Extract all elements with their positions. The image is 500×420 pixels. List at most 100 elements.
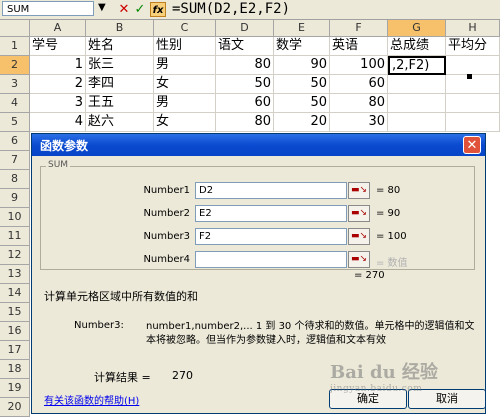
- watermark-logo: Bai du 经验 jingyan.baidu.com: [330, 358, 438, 394]
- number2-result: = 90: [376, 208, 401, 219]
- cell-math[interactable]: 50: [274, 75, 330, 94]
- cell-total[interactable]: [388, 75, 446, 94]
- cell-id[interactable]: 2: [30, 75, 86, 94]
- cancel-formula-button[interactable]: ✕: [116, 2, 132, 17]
- row-header-13[interactable]: 13: [0, 265, 30, 284]
- formula-input[interactable]: =SUM(D2,E2,F2): [172, 0, 290, 19]
- row-header-5[interactable]: 5: [0, 113, 30, 132]
- number2-label: Number2: [143, 208, 190, 219]
- help-link[interactable]: 有关该函数的帮助(H): [44, 392, 139, 407]
- header-cell-name[interactable]: 姓名: [86, 37, 154, 56]
- column-header-g[interactable]: G: [388, 20, 446, 37]
- cell-math[interactable]: 20: [274, 113, 330, 132]
- row-header-15[interactable]: 15: [0, 303, 30, 322]
- number1-label: Number1: [143, 185, 190, 196]
- row-header-11[interactable]: 11: [0, 227, 30, 246]
- header-cell-average[interactable]: 平均分: [446, 37, 500, 56]
- row-header-16[interactable]: 16: [0, 322, 30, 341]
- row-header-12[interactable]: 12: [0, 246, 30, 265]
- close-icon[interactable]: ✕: [463, 136, 481, 154]
- number3-input[interactable]: F2: [195, 228, 347, 245]
- number1-input[interactable]: D2: [195, 182, 347, 199]
- header-cell-gender[interactable]: 性别: [154, 37, 216, 56]
- column-header-e[interactable]: E: [274, 20, 330, 37]
- cell-name[interactable]: 张三: [86, 56, 154, 75]
- cell-average[interactable]: [446, 75, 500, 94]
- row-header-7[interactable]: 7: [0, 151, 30, 170]
- row-header-3[interactable]: 3: [0, 75, 30, 94]
- cell-math[interactable]: 50: [274, 94, 330, 113]
- cell-math[interactable]: 90: [274, 56, 330, 75]
- column-header-h[interactable]: H: [446, 20, 500, 37]
- cell-chinese[interactable]: 80: [216, 113, 274, 132]
- row-header-8[interactable]: 8: [0, 170, 30, 189]
- calculation-result-label: 计算结果 =: [94, 371, 151, 384]
- row-header-17[interactable]: 17: [0, 341, 30, 360]
- active-cell-total[interactable]: ,2,F2): [388, 56, 446, 75]
- cell-gender[interactable]: 男: [154, 94, 216, 113]
- cell-total[interactable]: [388, 94, 446, 113]
- number4-input[interactable]: [195, 251, 347, 268]
- row-header-14[interactable]: 14: [0, 284, 30, 303]
- column-header-b[interactable]: B: [86, 20, 154, 37]
- row-header-1[interactable]: 1: [0, 37, 30, 56]
- column-header-a[interactable]: A: [30, 20, 86, 37]
- cell-gender[interactable]: 女: [154, 113, 216, 132]
- cell-chinese[interactable]: 80: [216, 56, 274, 75]
- dialog-title: 函数参数: [40, 139, 89, 153]
- cell-english[interactable]: 30: [330, 113, 388, 132]
- row-header-10[interactable]: 10: [0, 208, 30, 227]
- formula-bar: SUM ▼ ✕ ✓ fx =SUM(D2,E2,F2): [0, 0, 500, 20]
- number3-collapse-icon[interactable]: ▬↘: [348, 228, 370, 245]
- function-name-label: SUM: [46, 160, 71, 170]
- function-description: 计算单元格区域中所有数值的和: [44, 290, 198, 303]
- row-header-20[interactable]: 20: [0, 398, 30, 417]
- cell-id[interactable]: 4: [30, 113, 86, 132]
- cell-gender[interactable]: 女: [154, 75, 216, 94]
- cell-chinese[interactable]: 50: [216, 75, 274, 94]
- argument-description-name: Number3:: [74, 320, 124, 331]
- cell-name[interactable]: 赵六: [86, 113, 154, 132]
- dialog-titlebar[interactable]: 函数参数 ✕: [32, 134, 485, 156]
- insert-function-button[interactable]: fx: [150, 2, 166, 17]
- cell-id[interactable]: 1: [30, 56, 86, 75]
- select-all-corner[interactable]: [0, 20, 30, 37]
- name-box[interactable]: SUM: [2, 1, 94, 16]
- cell-gender[interactable]: 男: [154, 56, 216, 75]
- number4-collapse-icon[interactable]: ▬↘: [348, 251, 370, 268]
- enter-formula-button[interactable]: ✓: [132, 2, 148, 17]
- number3-result: = 100: [376, 231, 407, 242]
- row-header-6[interactable]: 6: [0, 132, 30, 151]
- cell-english[interactable]: 80: [330, 94, 388, 113]
- cell-name[interactable]: 李四: [86, 75, 154, 94]
- number2-input[interactable]: E2: [195, 205, 347, 222]
- header-cell-id[interactable]: 学号: [30, 37, 86, 56]
- number1-collapse-icon[interactable]: ▬↘: [348, 182, 370, 199]
- watermark-brand: Bai du 经验: [330, 362, 438, 383]
- cell-average[interactable]: [446, 94, 500, 113]
- column-header-f[interactable]: F: [330, 20, 388, 37]
- row-header-9[interactable]: 9: [0, 189, 30, 208]
- cell-average[interactable]: [446, 113, 500, 132]
- cell-name[interactable]: 王五: [86, 94, 154, 113]
- name-box-dropdown-icon[interactable]: ▼: [98, 2, 106, 13]
- header-cell-chinese[interactable]: 语文: [216, 37, 274, 56]
- header-cell-math[interactable]: 数学: [274, 37, 330, 56]
- cell-total[interactable]: [388, 113, 446, 132]
- fill-handle[interactable]: [467, 74, 472, 79]
- cell-english[interactable]: 100: [330, 56, 388, 75]
- row-header-19[interactable]: 19: [0, 379, 30, 398]
- cell-english[interactable]: 60: [330, 75, 388, 94]
- row-header-4[interactable]: 4: [0, 94, 30, 113]
- row-header-18[interactable]: 18: [0, 360, 30, 379]
- cell-average[interactable]: [446, 56, 500, 75]
- cell-id[interactable]: 3: [30, 94, 86, 113]
- header-cell-total[interactable]: 总成绩: [388, 37, 446, 56]
- column-header-d[interactable]: D: [216, 20, 274, 37]
- cell-chinese[interactable]: 60: [216, 94, 274, 113]
- calculation-result-value: 270: [172, 369, 193, 382]
- number2-collapse-icon[interactable]: ▬↘: [348, 205, 370, 222]
- column-header-c[interactable]: C: [154, 20, 216, 37]
- row-header-2[interactable]: 2: [0, 56, 30, 75]
- header-cell-english[interactable]: 英语: [330, 37, 388, 56]
